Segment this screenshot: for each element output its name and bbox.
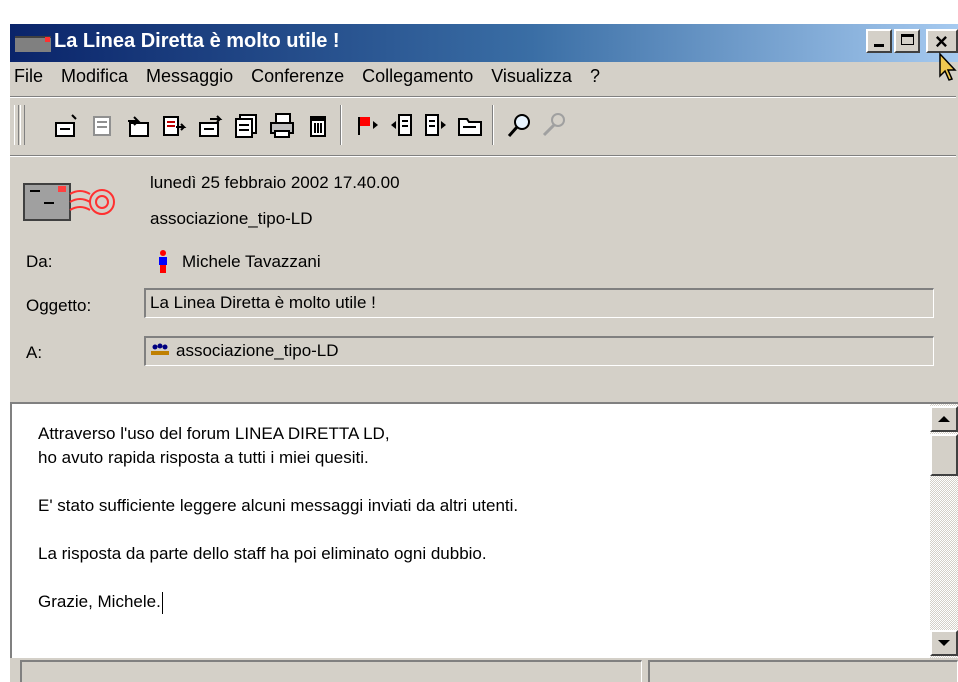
print-icon[interactable] bbox=[268, 111, 296, 139]
flag-icon[interactable] bbox=[354, 111, 382, 139]
menu-visualizza[interactable]: Visualizza bbox=[491, 66, 572, 92]
to-value: associazione_tipo-LD bbox=[176, 341, 339, 360]
reply-all-icon[interactable] bbox=[124, 111, 152, 139]
from-label: Da: bbox=[26, 252, 53, 271]
menu-collegamento[interactable]: Collegamento bbox=[362, 66, 473, 92]
vertical-scrollbar[interactable] bbox=[930, 404, 958, 658]
arrow-up-icon bbox=[938, 416, 950, 422]
scroll-thumb[interactable] bbox=[930, 434, 958, 476]
subject-label: Oggetto: bbox=[26, 296, 92, 315]
status-pane-left bbox=[20, 660, 642, 682]
new-message-icon[interactable] bbox=[52, 111, 80, 139]
minimize-button[interactable] bbox=[866, 29, 892, 53]
maximize-icon bbox=[901, 34, 914, 45]
message-window: La Linea Diretta è molto utile ! × File … bbox=[0, 0, 958, 682]
text-caret bbox=[161, 591, 163, 614]
scroll-down-button[interactable] bbox=[930, 630, 958, 656]
body-line: ho avuto rapida risposta a tutti i miei … bbox=[38, 448, 369, 467]
mouse-cursor-icon bbox=[939, 52, 957, 81]
maximize-button[interactable] bbox=[894, 29, 920, 53]
message-date: lunedì 25 febbraio 2002 17.40.00 bbox=[150, 173, 400, 192]
message-body-text[interactable]: Attraverso l'uso del forum LINEA DIRETTA… bbox=[38, 422, 518, 614]
body-line: Attraverso l'uso del forum LINEA DIRETTA… bbox=[38, 424, 390, 443]
body-line: Grazie, Michele. bbox=[38, 592, 161, 611]
body-line: E' stato sufficiente leggere alcuni mess… bbox=[38, 496, 519, 515]
subject-field[interactable]: La Linea Diretta è molto utile ! bbox=[144, 288, 934, 318]
message-body[interactable]: Attraverso l'uso del forum LINEA DIRETTA… bbox=[10, 402, 958, 658]
forward-as-attachment-icon[interactable] bbox=[196, 111, 224, 139]
copy-icon[interactable] bbox=[232, 111, 260, 139]
forward-icon[interactable] bbox=[160, 111, 188, 139]
title-bar[interactable]: La Linea Diretta è molto utile ! × bbox=[10, 24, 958, 62]
subject-value: La Linea Diretta è molto utile ! bbox=[150, 293, 376, 312]
to-field[interactable]: associazione_tipo-LD bbox=[144, 336, 934, 366]
status-pane-right bbox=[648, 660, 958, 682]
person-icon bbox=[159, 250, 167, 273]
toolbar-grip[interactable] bbox=[14, 105, 19, 145]
next-message-icon[interactable] bbox=[422, 111, 450, 139]
menu-modifica[interactable]: Modifica bbox=[61, 66, 128, 92]
window-title: La Linea Diretta è molto utile ! bbox=[54, 30, 340, 52]
message-group: associazione_tipo-LD bbox=[150, 209, 313, 228]
reply-icon[interactable] bbox=[88, 111, 116, 139]
minimize-icon bbox=[874, 44, 884, 47]
scroll-up-button[interactable] bbox=[930, 406, 958, 432]
menu-messaggio[interactable]: Messaggio bbox=[146, 66, 233, 92]
toolbar-separator bbox=[340, 105, 342, 145]
menu-help[interactable]: ? bbox=[590, 66, 600, 92]
app-icon bbox=[15, 36, 51, 52]
group-icon bbox=[151, 343, 169, 356]
previous-message-icon[interactable] bbox=[388, 111, 416, 139]
toolbar bbox=[10, 96, 956, 156]
envelope-icon bbox=[23, 183, 115, 221]
sender-name[interactable]: Michele Tavazzani bbox=[182, 252, 321, 272]
find-icon[interactable] bbox=[506, 111, 534, 139]
toolbar-separator bbox=[492, 105, 494, 145]
menu-file[interactable]: File bbox=[14, 66, 43, 92]
open-folder-icon[interactable] bbox=[456, 111, 484, 139]
arrow-down-icon bbox=[938, 640, 950, 646]
toolbar-grip[interactable] bbox=[20, 105, 25, 145]
delete-icon[interactable] bbox=[304, 111, 332, 139]
tools-icon[interactable] bbox=[540, 111, 568, 139]
close-button[interactable]: × bbox=[926, 29, 958, 54]
body-line: La risposta da parte dello staff ha poi … bbox=[38, 544, 487, 563]
to-label: A: bbox=[26, 343, 43, 362]
menu-conferenze[interactable]: Conferenze bbox=[251, 66, 344, 92]
menu-bar: File Modifica Messaggio Conferenze Colle… bbox=[14, 66, 618, 92]
